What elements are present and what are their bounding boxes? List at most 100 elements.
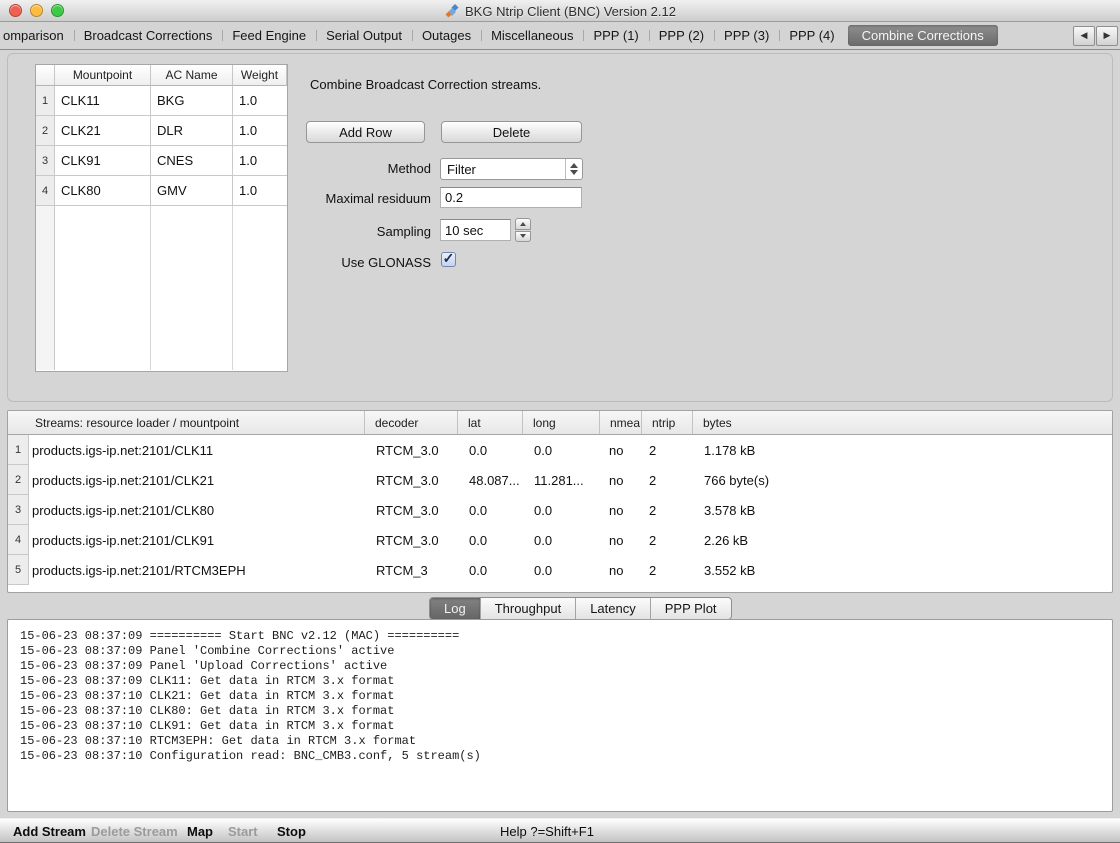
log-tab-bar: Log Throughput Latency PPP Plot xyxy=(429,597,732,620)
cell-ac-name[interactable]: DLR xyxy=(151,116,233,146)
cell-bytes: 1.178 kB xyxy=(694,435,1112,465)
tab-broadcast-corrections[interactable]: Broadcast Corrections xyxy=(74,25,223,46)
stepper-down-icon[interactable] xyxy=(515,231,531,243)
tab-serial-output[interactable]: Serial Output xyxy=(316,25,412,46)
col-header-ac-name: AC Name xyxy=(151,65,233,86)
tab-scroll-right-icon[interactable]: ▶ xyxy=(1096,26,1118,46)
cell-lat: 0.0 xyxy=(459,435,524,465)
log-output-area[interactable]: 15-06-23 08:37:09 ========== Start BNC v… xyxy=(7,619,1113,812)
app-icon xyxy=(444,3,460,19)
tab-combine-corrections[interactable]: Combine Corrections xyxy=(848,25,998,46)
help-shortcut-hint: Help ?=Shift+F1 xyxy=(500,819,594,843)
tab-feed-engine[interactable]: Feed Engine xyxy=(222,25,316,46)
maximal-residuum-input[interactable] xyxy=(440,187,582,208)
use-glonass-label: Use GLONASS xyxy=(240,255,431,270)
stop-button[interactable]: Stop xyxy=(277,819,306,843)
cell-stream-name: products.igs-ip.net:2101/CLK91 xyxy=(29,525,366,555)
table-row[interactable]: 3 products.igs-ip.net:2101/CLK80 RTCM_3.… xyxy=(8,495,1112,525)
stepper-up-icon[interactable] xyxy=(515,218,531,230)
cell-long: 0.0 xyxy=(524,555,601,585)
tab-scroll-left-icon[interactable]: ◀ xyxy=(1073,26,1095,46)
method-select[interactable]: Filter xyxy=(440,158,583,180)
table-row[interactable]: 4 products.igs-ip.net:2101/CLK91 RTCM_3.… xyxy=(8,525,1112,555)
add-row-button[interactable]: Add Row xyxy=(306,121,425,143)
tab-miscellaneous[interactable]: Miscellaneous xyxy=(481,25,583,46)
cell-ntrip: 2 xyxy=(643,555,694,585)
cell-nmea: no xyxy=(601,495,643,525)
cell-weight[interactable]: 1.0 xyxy=(233,116,287,146)
row-number: 4 xyxy=(8,525,29,555)
log-line: 15-06-23 08:37:10 RTCM3EPH: Get data in … xyxy=(20,734,1112,749)
cell-mountpoint[interactable]: CLK80 xyxy=(55,176,151,206)
row-header-corner xyxy=(36,65,55,86)
cell-bytes: 766 byte(s) xyxy=(694,465,1112,495)
table-row[interactable]: 1 products.igs-ip.net:2101/CLK11 RTCM_3.… xyxy=(8,435,1112,465)
log-line: 15-06-23 08:37:09 Panel 'Upload Correcti… xyxy=(20,659,1112,674)
tab-ppp-3[interactable]: PPP (3) xyxy=(714,25,779,46)
log-line: 15-06-23 08:37:09 CLK11: Get data in RTC… xyxy=(20,674,1112,689)
tab-log[interactable]: Log xyxy=(430,598,480,619)
maximal-residuum-label: Maximal residuum xyxy=(240,191,431,206)
streams-table: Streams: resource loader / mountpoint de… xyxy=(7,410,1113,593)
cell-nmea: no xyxy=(601,435,643,465)
tab-outages[interactable]: Outages xyxy=(412,25,481,46)
cell-lat: 0.0 xyxy=(459,525,524,555)
tab-latency[interactable]: Latency xyxy=(575,598,650,619)
row-number: 4 xyxy=(36,176,55,206)
table-row[interactable]: 5 products.igs-ip.net:2101/RTCM3EPH RTCM… xyxy=(8,555,1112,585)
cell-ntrip: 2 xyxy=(643,525,694,555)
cell-ac-name[interactable]: CNES xyxy=(151,146,233,176)
mountpoint-table: Mountpoint AC Name Weight 1 CLK11 BKG 1.… xyxy=(35,64,288,372)
tab-throughput[interactable]: Throughput xyxy=(480,598,576,619)
cell-stream-name: products.igs-ip.net:2101/CLK11 xyxy=(29,435,366,465)
cell-mountpoint[interactable]: CLK11 xyxy=(55,86,151,116)
cell-ntrip: 2 xyxy=(643,495,694,525)
col-header-long: long xyxy=(522,411,599,434)
main-tab-bar: omparison Broadcast Corrections Feed Eng… xyxy=(0,22,1120,50)
row-number: 3 xyxy=(36,146,55,176)
cell-ac-name[interactable]: BKG xyxy=(151,86,233,116)
cell-ac-name[interactable]: GMV xyxy=(151,176,233,206)
sampling-input[interactable] xyxy=(440,219,511,241)
add-stream-button[interactable]: Add Stream xyxy=(13,819,86,843)
cell-decoder: RTCM_3.0 xyxy=(366,525,459,555)
cell-mountpoint[interactable]: CLK91 xyxy=(55,146,151,176)
cell-weight[interactable]: 1.0 xyxy=(233,86,287,116)
col-header-bytes: bytes xyxy=(692,411,1112,434)
check-icon: ✓ xyxy=(443,253,455,264)
tab-comparison[interactable]: omparison xyxy=(0,25,74,46)
log-line: 15-06-23 08:37:10 Configuration read: BN… xyxy=(20,749,1112,764)
streams-table-header: Streams: resource loader / mountpoint de… xyxy=(8,411,1112,435)
tab-ppp-1[interactable]: PPP (1) xyxy=(583,25,648,46)
cell-nmea: no xyxy=(601,465,643,495)
row-number: 2 xyxy=(8,465,29,495)
cell-nmea: no xyxy=(601,555,643,585)
cell-lat: 0.0 xyxy=(459,495,524,525)
chevron-updown-icon xyxy=(565,159,582,179)
map-button[interactable]: Map xyxy=(187,819,213,843)
cell-ntrip: 2 xyxy=(643,465,694,495)
log-line: 15-06-23 08:37:09 Panel 'Combine Correct… xyxy=(20,644,1112,659)
cell-decoder: RTCM_3.0 xyxy=(366,465,459,495)
row-number: 5 xyxy=(8,555,29,585)
col-header-decoder: decoder xyxy=(364,411,457,434)
cell-mountpoint[interactable]: CLK21 xyxy=(55,116,151,146)
col-header-lat: lat xyxy=(457,411,522,434)
tab-ppp-plot[interactable]: PPP Plot xyxy=(650,598,731,619)
cell-stream-name: products.igs-ip.net:2101/CLK21 xyxy=(29,465,366,495)
start-button: Start xyxy=(228,819,258,843)
cell-bytes: 3.552 kB xyxy=(694,555,1112,585)
cell-decoder: RTCM_3 xyxy=(366,555,459,585)
tab-ppp-4[interactable]: PPP (4) xyxy=(779,25,844,46)
cell-bytes: 2.26 kB xyxy=(694,525,1112,555)
cell-long: 0.0 xyxy=(524,495,601,525)
tab-ppp-2[interactable]: PPP (2) xyxy=(649,25,714,46)
delete-button[interactable]: Delete xyxy=(441,121,582,143)
use-glonass-checkbox[interactable]: ✓ xyxy=(441,252,456,267)
row-number: 2 xyxy=(36,116,55,146)
cell-nmea: no xyxy=(601,525,643,555)
col-header-nmea: nmea xyxy=(599,411,641,434)
table-row[interactable]: 2 products.igs-ip.net:2101/CLK21 RTCM_3.… xyxy=(8,465,1112,495)
bottom-action-bar: Add Stream Delete Stream Map Start Stop … xyxy=(0,818,1120,843)
cell-stream-name: products.igs-ip.net:2101/CLK80 xyxy=(29,495,366,525)
